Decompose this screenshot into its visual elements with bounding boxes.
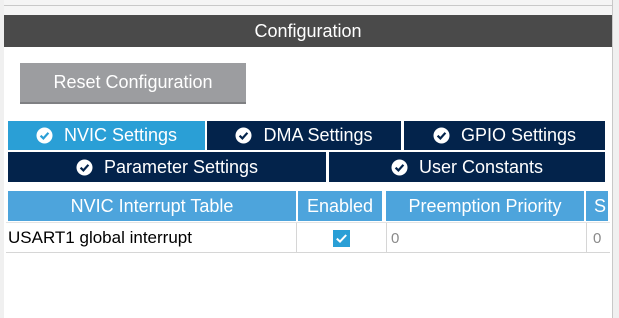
reset-configuration-button[interactable]: Reset Configuration bbox=[20, 63, 246, 104]
column-header-label: NVIC Interrupt Table bbox=[70, 195, 234, 216]
window-top-strip bbox=[0, 0, 619, 15]
tab-nvic-settings[interactable]: NVIC Settings bbox=[8, 121, 205, 150]
column-header-label: S bbox=[594, 195, 607, 216]
check-circle-icon bbox=[235, 127, 252, 144]
tab-label: User Constants bbox=[418, 156, 544, 177]
page-title: Configuration bbox=[254, 20, 362, 41]
configuration-title-bar: Configuration bbox=[4, 15, 612, 47]
column-header-label: Enabled bbox=[306, 195, 374, 216]
table-row[interactable]: USART1 global interrupt 0 0 bbox=[6, 222, 610, 253]
tab-label: Parameter Settings bbox=[103, 156, 259, 177]
enabled-cell bbox=[296, 223, 386, 253]
interrupt-name-cell: USART1 global interrupt bbox=[8, 228, 192, 247]
column-header-sub-priority[interactable]: S bbox=[586, 191, 608, 221]
tab-label: DMA Settings bbox=[263, 125, 373, 145]
sub-priority-cell[interactable]: 0 bbox=[586, 223, 610, 253]
tab-label: GPIO Settings bbox=[460, 125, 577, 145]
tab-parameter-settings[interactable]: Parameter Settings bbox=[8, 152, 326, 182]
column-header-interrupt-table[interactable]: NVIC Interrupt Table bbox=[8, 191, 296, 221]
tab-label: NVIC Settings bbox=[63, 125, 178, 145]
tab-dma-settings[interactable]: DMA Settings bbox=[207, 121, 401, 150]
tab-gpio-settings[interactable]: GPIO Settings bbox=[404, 121, 605, 150]
window-right-scrollbar[interactable] bbox=[612, 0, 619, 318]
check-circle-icon bbox=[36, 127, 53, 144]
column-header-label: Preemption Priority bbox=[408, 195, 562, 216]
check-circle-icon bbox=[391, 159, 408, 175]
column-header-preemption-priority[interactable]: Preemption Priority bbox=[386, 191, 584, 221]
enabled-checkbox[interactable] bbox=[333, 229, 350, 247]
check-circle-icon bbox=[433, 127, 450, 144]
preemption-priority-cell[interactable]: 0 bbox=[386, 223, 586, 253]
check-circle-icon bbox=[76, 159, 93, 175]
reset-configuration-label: Reset Configuration bbox=[53, 72, 213, 92]
checkbox-checked-icon bbox=[336, 233, 347, 243]
tab-user-constants[interactable]: User Constants bbox=[329, 152, 605, 182]
column-header-enabled[interactable]: Enabled bbox=[298, 191, 382, 221]
